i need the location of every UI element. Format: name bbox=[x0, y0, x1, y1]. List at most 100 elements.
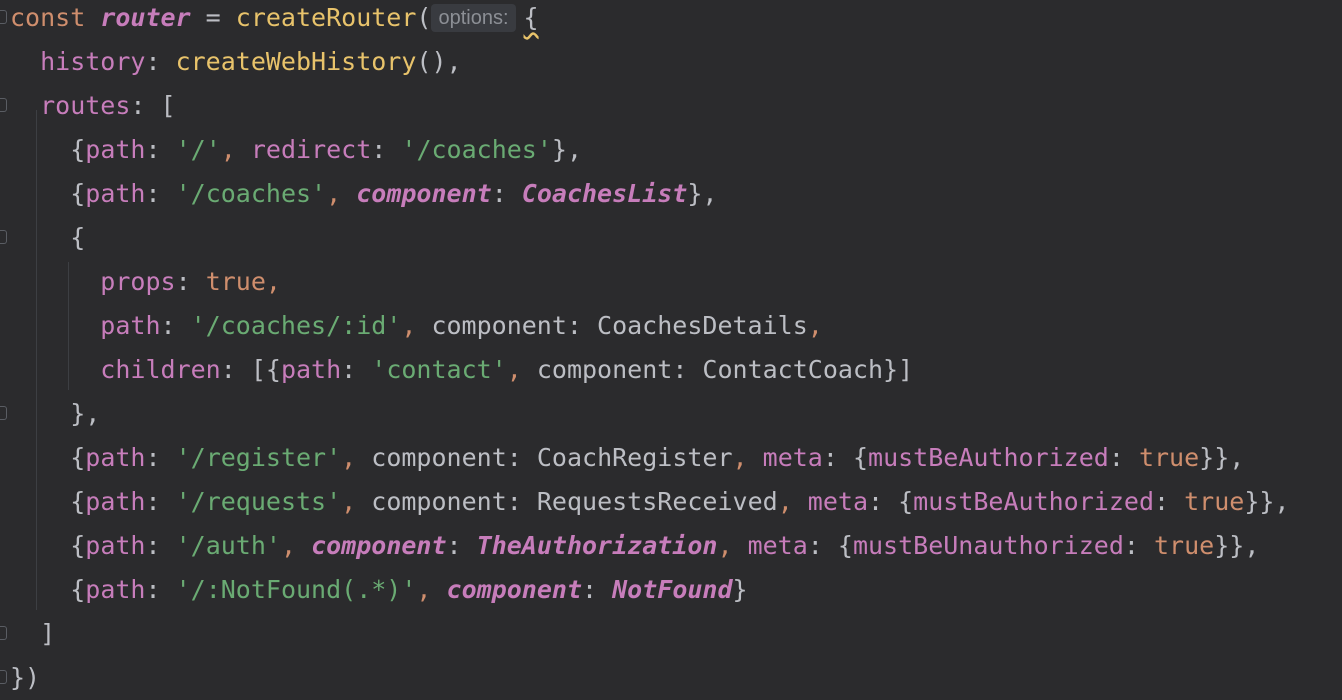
code-token: , bbox=[280, 531, 312, 560]
code-line[interactable]: }) bbox=[10, 656, 40, 700]
fold-marker-icon[interactable] bbox=[0, 406, 7, 420]
code-token: { bbox=[10, 487, 86, 516]
code-token: , bbox=[401, 311, 432, 340]
code-token: }, bbox=[687, 179, 718, 208]
code-token: , bbox=[506, 355, 537, 384]
code-token: path bbox=[85, 575, 146, 604]
fold-marker-icon[interactable] bbox=[0, 230, 7, 244]
code-line[interactable]: ] bbox=[10, 612, 55, 656]
code-token: props bbox=[10, 267, 176, 296]
code-token: createRouter bbox=[235, 3, 417, 32]
code-line[interactable]: const router = createRouter(options:{ bbox=[10, 0, 539, 40]
code-token: { bbox=[10, 135, 86, 164]
code-token: path bbox=[85, 179, 146, 208]
code-token: : bbox=[145, 47, 176, 76]
code-token: CoachRegister bbox=[536, 443, 733, 472]
code-token: , bbox=[220, 135, 251, 164]
code-token: '/coaches' bbox=[401, 135, 552, 164]
code-token: '/coaches' bbox=[175, 179, 327, 208]
code-token: true bbox=[1154, 531, 1215, 560]
code-line[interactable]: {path: '/coaches', component: CoachesLis… bbox=[10, 172, 717, 216]
code-token: component bbox=[431, 311, 567, 340]
code-token: : { bbox=[822, 443, 869, 472]
code-token: path bbox=[10, 311, 161, 340]
code-token: CoachesDetails bbox=[597, 311, 808, 340]
code-line[interactable]: {path: '/:NotFound(.*)', component: NotF… bbox=[10, 568, 747, 612]
code-token: : bbox=[160, 311, 191, 340]
code-token: , bbox=[732, 443, 763, 472]
code-token: '/:NotFound(.*)' bbox=[175, 575, 417, 604]
code-token: true bbox=[1184, 487, 1245, 516]
fold-marker-icon[interactable] bbox=[0, 98, 7, 112]
code-token: path bbox=[85, 443, 146, 472]
code-line[interactable]: history: createWebHistory (), bbox=[10, 40, 462, 84]
code-token: : bbox=[582, 575, 613, 604]
code-token: , bbox=[777, 487, 808, 516]
code-token: ( bbox=[416, 3, 432, 32]
code-token: path bbox=[85, 135, 146, 164]
code-token: true bbox=[1138, 443, 1200, 472]
code-token: true bbox=[205, 267, 266, 296]
code-token: : bbox=[672, 355, 703, 384]
code-token: routes bbox=[10, 91, 131, 120]
code-token: , bbox=[717, 531, 748, 560]
code-line[interactable]: {path: '/', redirect: '/coaches'}, bbox=[10, 128, 582, 172]
code-token: mustBeAuthorized bbox=[868, 443, 1109, 472]
code-token: : { bbox=[868, 487, 914, 516]
code-token: (), bbox=[416, 47, 462, 76]
code-token: : bbox=[145, 135, 176, 164]
code-token: { bbox=[10, 575, 86, 604]
code-token: component bbox=[371, 487, 507, 516]
code-token: , bbox=[326, 179, 357, 208]
code-token: TheAuthorization bbox=[476, 531, 718, 560]
code-token: { bbox=[10, 179, 86, 208]
code-line[interactable]: props: true, bbox=[10, 260, 281, 304]
code-token: component bbox=[536, 355, 673, 384]
code-line[interactable]: {path: '/register', component: CoachRegi… bbox=[10, 436, 1244, 480]
code-line[interactable]: { bbox=[10, 216, 85, 260]
code-token: : bbox=[506, 487, 537, 516]
code-token: '/' bbox=[175, 135, 221, 164]
code-token: children bbox=[10, 355, 221, 384]
code-token: router bbox=[100, 3, 191, 32]
code-token: : bbox=[145, 179, 176, 208]
code-token: , bbox=[265, 267, 281, 296]
code-token: }}, bbox=[1244, 487, 1290, 516]
code-token: component bbox=[446, 575, 582, 604]
code-token: : bbox=[341, 355, 372, 384]
code-token: }] bbox=[883, 355, 914, 384]
code-editor[interactable]: const router = createRouter(options:{ hi… bbox=[0, 0, 1342, 700]
code-line[interactable]: children: [{path: 'contact', component: … bbox=[10, 348, 913, 392]
code-token: createWebHistory bbox=[175, 47, 417, 76]
code-token: mustBeAuthorized bbox=[913, 487, 1154, 516]
code-token: }) bbox=[10, 663, 41, 692]
code-token: : bbox=[1108, 443, 1139, 472]
fold-marker-icon[interactable] bbox=[0, 626, 7, 640]
code-line[interactable]: {path: '/auth', component: TheAuthorizat… bbox=[10, 524, 1259, 568]
code-line[interactable]: }, bbox=[10, 392, 100, 436]
code-token: meta bbox=[762, 443, 823, 472]
code-token: { bbox=[10, 223, 86, 252]
code-token: NotFound bbox=[612, 575, 733, 604]
fold-marker-icon[interactable] bbox=[0, 670, 7, 684]
code-token: '/register' bbox=[175, 443, 342, 472]
code-token: ContactCoach bbox=[702, 355, 884, 384]
code-line[interactable]: routes: [ bbox=[10, 84, 175, 128]
code-token: ] bbox=[10, 619, 56, 648]
code-token: : [{ bbox=[220, 355, 281, 384]
code-line[interactable]: {path: '/requests', component: RequestsR… bbox=[10, 480, 1289, 524]
code-token: RequestsReceived bbox=[536, 487, 778, 516]
code-token: path bbox=[85, 487, 146, 516]
code-token: component bbox=[371, 443, 507, 472]
code-token: CoachesList bbox=[521, 179, 688, 208]
code-token: : bbox=[371, 135, 402, 164]
code-token: component bbox=[356, 179, 492, 208]
fold-marker-icon[interactable] bbox=[0, 10, 7, 24]
code-token: : bbox=[145, 443, 176, 472]
code-token: , bbox=[416, 575, 447, 604]
code-line[interactable]: path: '/coaches/:id', component: Coaches… bbox=[10, 304, 823, 348]
code-token: : bbox=[145, 575, 176, 604]
code-token: 'contact' bbox=[371, 355, 507, 384]
code-token: : bbox=[491, 179, 522, 208]
code-token: { bbox=[10, 443, 86, 472]
